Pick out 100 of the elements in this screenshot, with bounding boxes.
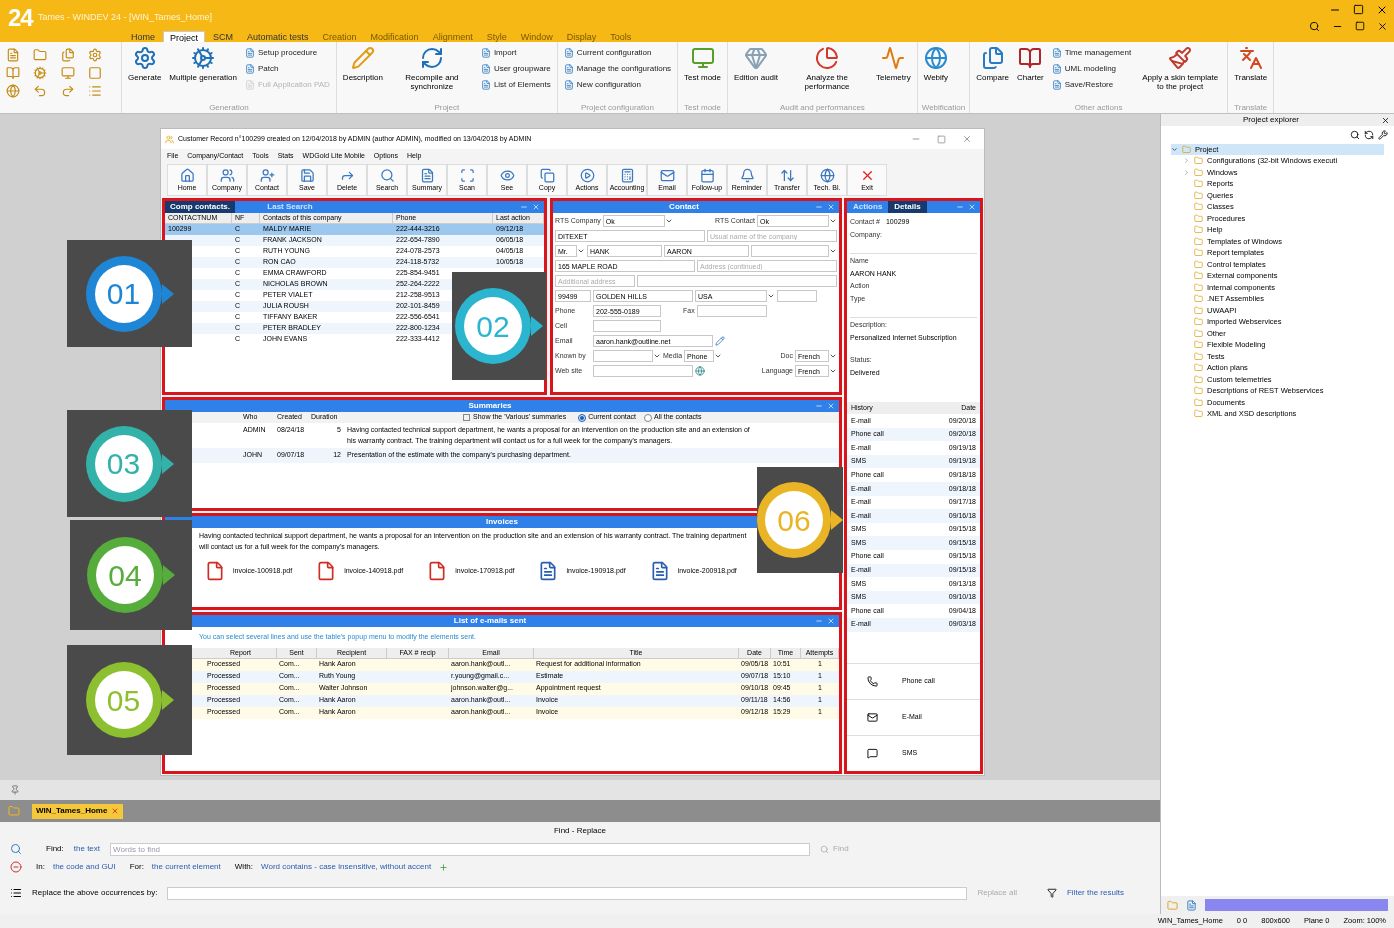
tool-icon[interactable] [60, 66, 75, 80]
calculator-icon [619, 168, 635, 183]
document-icon[interactable] [1186, 899, 1197, 911]
input-field[interactable] [696, 305, 767, 317]
caret-icon[interactable] [664, 217, 673, 225]
replace-field[interactable] [167, 886, 968, 900]
ribbon-menu-item[interactable]: Time management [1051, 46, 1132, 59]
panel-title: List of e-mails sent [453, 615, 527, 627]
option-dropdown[interactable]: the current element [151, 861, 221, 873]
tool-icon[interactable] [6, 66, 20, 80]
editor-tab[interactable]: WIN_Tames_Home [32, 803, 124, 819]
ribbon-menu-item[interactable]: Manage the configurations [563, 62, 672, 75]
ribbon-menu-item[interactable]: Save/Restore [1051, 78, 1132, 91]
tool-icon[interactable] [6, 84, 20, 98]
ribbon-button[interactable]: Multiple generation [169, 46, 237, 82]
ribbon-tab[interactable]: SCM [207, 30, 240, 46]
tool-icon[interactable] [60, 84, 75, 98]
tool-icon[interactable] [87, 66, 102, 80]
panel-tab[interactable]: Details [888, 201, 927, 213]
ribbon-button[interactable]: Charter [1017, 46, 1044, 82]
dropdown-field[interactable] [593, 350, 653, 362]
caret-icon[interactable] [829, 217, 837, 225]
filter-dropdown[interactable]: Filter the results [1067, 887, 1124, 899]
caret-icon[interactable] [829, 247, 837, 255]
ribbon-menu-item[interactable]: Patch [244, 62, 330, 75]
ribbon-tab[interactable]: Alignment [426, 30, 479, 46]
ribbon-tab[interactable]: Tools [604, 30, 638, 46]
ribbon-button[interactable]: Telemetry [876, 46, 911, 82]
ribbon-button[interactable]: Apply a skin template to the project [1139, 46, 1222, 91]
ribbon-tab[interactable]: Display [560, 30, 603, 46]
globe-icon [819, 168, 835, 183]
wrench-icon[interactable] [1378, 130, 1388, 140]
ribbon-group-title: Translate [1233, 102, 1269, 113]
pin-icon[interactable] [10, 785, 20, 795]
ribbon-menu-item[interactable]: Current configuration [563, 46, 672, 59]
ribbon-button[interactable]: Compare [976, 46, 1010, 82]
maximize-icon[interactable] [1353, 4, 1364, 15]
option-dropdown[interactable]: the code and GUI [52, 861, 116, 873]
tool-icon[interactable] [87, 84, 102, 98]
ribbon-button[interactable]: Test mode [684, 46, 721, 82]
search-icon[interactable] [1309, 21, 1320, 32]
ribbon-tab[interactable]: Style [480, 30, 513, 46]
ribbon-button[interactable]: Edition audit [734, 46, 779, 82]
ribbon-button[interactable]: Analyze the performance [786, 46, 869, 91]
ribbon-menu-item[interactable]: Import [480, 46, 551, 59]
ribbon-menu-item[interactable]: Setup procedure [244, 46, 330, 59]
ribbon-group-title: Audit and performances [778, 102, 866, 113]
option-dropdown[interactable]: Word contains - case insensitive, without accent [261, 861, 432, 873]
tool-icon[interactable] [60, 48, 75, 62]
ribbon-menu-item[interactable]: New configuration [563, 78, 672, 91]
refresh-icon[interactable] [1364, 130, 1374, 140]
input-field[interactable] [593, 320, 661, 332]
globe-icon[interactable] [695, 366, 705, 376]
ribbon-group-title: Project configuration [579, 102, 655, 113]
folder-icon [1182, 145, 1191, 154]
ribbon-button[interactable]: Translate [1234, 46, 1268, 82]
activity-icon [881, 46, 906, 70]
project-icon[interactable] [1167, 899, 1178, 911]
ribbon-tab[interactable]: Creation [316, 30, 363, 46]
callout-number: 06 [765, 491, 823, 549]
restore-icon[interactable] [1355, 21, 1365, 31]
ribbon-tab[interactable]: Modification [364, 30, 425, 46]
tool-icon[interactable] [87, 48, 102, 62]
ribbon-tab[interactable]: Home [125, 30, 161, 46]
caret-icon[interactable] [653, 352, 661, 360]
tool-icon[interactable] [33, 84, 48, 98]
input-field[interactable] [593, 365, 693, 377]
tool-icon[interactable] [33, 48, 48, 62]
list-icon[interactable] [10, 887, 22, 899]
add-icon[interactable] [439, 862, 449, 872]
caret-icon[interactable] [714, 352, 723, 360]
ribbon-tab[interactable]: Window [514, 30, 559, 46]
input-field[interactable] [777, 290, 817, 302]
search-field[interactable]: Words to find [110, 842, 811, 856]
panel-tab[interactable]: Comp contacts. [165, 201, 235, 213]
envelope-icon [659, 168, 675, 183]
checkbox[interactable] [463, 414, 470, 421]
search-icon[interactable] [1350, 130, 1360, 140]
ribbon-button[interactable]: Description [342, 46, 383, 82]
ribbon-button[interactable]: Generate [128, 46, 162, 82]
close-icon[interactable] [1381, 115, 1390, 125]
document-icon [480, 47, 491, 58]
tool-icon[interactable] [6, 48, 20, 62]
scope-dropdown[interactable]: the text [73, 843, 101, 855]
ribbon-menu-item[interactable]: List of Elements [480, 78, 551, 91]
input-field[interactable] [637, 275, 837, 287]
close-icon[interactable] [1377, 21, 1388, 32]
ribbon-button[interactable]: Webify [923, 46, 949, 82]
stop-icon[interactable] [10, 861, 22, 873]
scanner-icon [459, 168, 475, 183]
caret-icon[interactable] [577, 247, 585, 255]
ribbon-tab[interactable]: Automatic tests [241, 30, 315, 46]
ribbon-button[interactable]: Recompile and synchronize [390, 46, 473, 91]
edit-icon[interactable] [715, 336, 725, 346]
tool-icon[interactable] [33, 66, 48, 80]
dropdown-field[interactable] [751, 245, 829, 257]
caret-icon[interactable] [767, 292, 775, 300]
ribbon-menu-item[interactable]: User groupware [480, 62, 551, 75]
ribbon-menu-item[interactable]: UML modeling [1051, 62, 1132, 75]
close-icon[interactable] [1376, 4, 1388, 16]
